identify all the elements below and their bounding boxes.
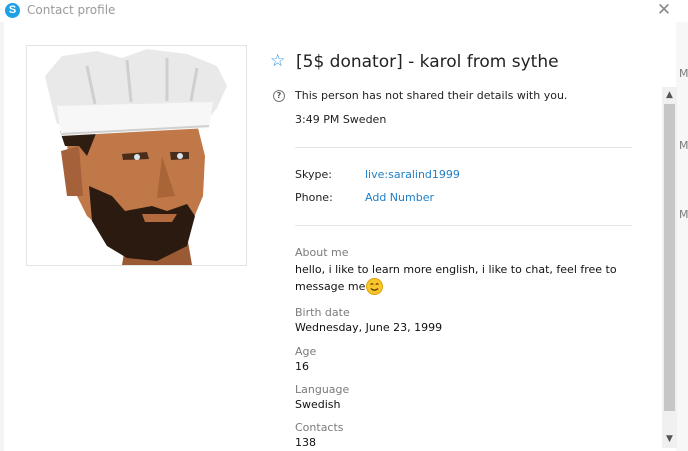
background-window-glyph: M	[679, 208, 688, 221]
scroll-up-arrow-icon[interactable]: ▲	[662, 87, 677, 104]
privacy-note: This person has not shared their details…	[295, 89, 568, 102]
language-value: Swedish	[295, 398, 341, 411]
question-mark-icon: ?	[273, 90, 285, 102]
about-me-label: About me	[295, 246, 349, 259]
scroll-thumb[interactable]	[664, 104, 675, 411]
birth-date-label: Birth date	[295, 306, 350, 319]
vertical-scrollbar[interactable]: ▲ ▼	[662, 87, 677, 448]
language-label: Language	[295, 383, 350, 396]
background-window-glyph: M	[679, 139, 688, 152]
age-label: Age	[295, 345, 317, 358]
contact-display-name: [5$ donator] - karol from sythe	[296, 52, 559, 72]
divider	[295, 225, 632, 226]
phone-label: Phone:	[295, 191, 333, 204]
skype-label: Skype:	[295, 168, 332, 181]
local-time: 3:49 PM Sweden	[295, 113, 387, 126]
window-title: Contact profile	[27, 3, 116, 17]
skype-logo-icon: S	[5, 3, 20, 18]
skype-id-link[interactable]: live:saralind1999	[365, 168, 460, 181]
close-icon[interactable]: ✕	[654, 0, 674, 20]
about-me-text: hello, i like to learn more english, i l…	[295, 261, 625, 295]
avatar-chef-image	[45, 49, 227, 265]
window-frame-right	[676, 22, 688, 451]
profile-avatar	[26, 45, 247, 266]
contacts-label: Contacts	[295, 421, 344, 434]
contacts-count: 138	[295, 436, 316, 449]
scroll-down-arrow-icon[interactable]: ▼	[662, 431, 677, 448]
about-me-value: hello, i like to learn more english, i l…	[295, 263, 617, 293]
background-window-glyph: M	[679, 67, 688, 80]
add-number-link[interactable]: Add Number	[365, 191, 434, 204]
favorite-star-icon[interactable]: ☆	[270, 52, 288, 70]
window-frame-left	[0, 22, 4, 451]
title-bar: S Contact profile ✕	[0, 0, 688, 22]
birth-date-value: Wednesday, June 23, 1999	[295, 321, 443, 334]
smile-emoticon-icon	[366, 278, 384, 295]
divider	[295, 147, 632, 148]
age-value: 16	[295, 360, 309, 373]
